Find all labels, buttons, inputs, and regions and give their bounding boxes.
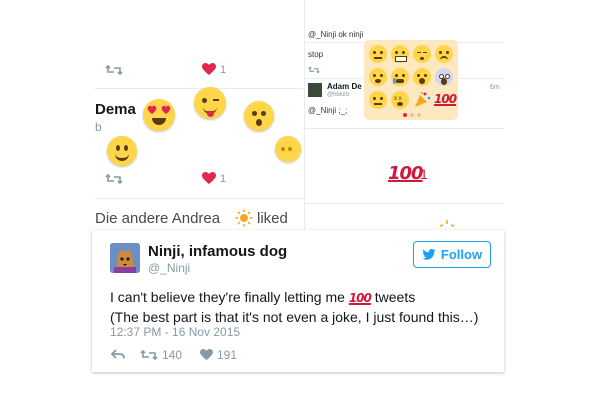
heart-icon[interactable] xyxy=(202,63,216,76)
smiling-emoji-icon[interactable] xyxy=(107,136,137,166)
heart-count: 1 xyxy=(220,64,227,76)
winking-tongue-emoji-icon[interactable] xyxy=(194,87,226,119)
hundred-points-emoji: 100 xyxy=(348,291,372,305)
divider xyxy=(95,198,303,199)
tweet-time: 6m xyxy=(490,84,500,91)
astonished-emoji-icon[interactable] xyxy=(413,68,431,86)
follow-button[interactable]: Follow xyxy=(413,241,491,268)
picker-page-dot[interactable] xyxy=(403,113,407,117)
picker-page-dot[interactable] xyxy=(410,113,414,117)
user-handle: @hbkirb xyxy=(327,92,350,98)
dizzy-emoji-icon[interactable]: x x xyxy=(391,91,409,109)
emoji-picker-popup: x x 100 xyxy=(364,40,458,120)
reply-text: @_Ninji ;_; xyxy=(308,106,348,115)
hundred-points-emoji[interactable]: 100 xyxy=(434,92,457,106)
hundred-points-emoji[interactable]: 100 xyxy=(388,163,424,184)
reply-icon[interactable] xyxy=(111,349,125,360)
party-popper-icon[interactable] xyxy=(413,91,431,109)
tweet-timestamp[interactable]: 12:37 PM - 16 Nov 2015 xyxy=(110,325,240,339)
retweet-icon[interactable] xyxy=(105,173,123,185)
screaming-emoji-icon[interactable] xyxy=(435,68,453,86)
bird-icon xyxy=(422,249,436,260)
partial-user-handle: b xyxy=(95,120,102,134)
picker-page-dot[interactable] xyxy=(417,113,421,117)
heart-icon[interactable] xyxy=(202,172,216,185)
divider xyxy=(304,128,504,129)
right-screenshot-panel: @_Ninji ok ninji stop Adam De @hbkirb 6m… xyxy=(304,0,504,230)
avatar[interactable] xyxy=(308,83,322,97)
stop-text: stop xyxy=(308,50,324,59)
more-emoji-icon[interactable] xyxy=(275,136,301,162)
tweet-text-line2: (The best part is that it's not even a j… xyxy=(110,309,479,325)
heart-eyes-emoji-icon[interactable] xyxy=(143,99,175,131)
retweet-icon[interactable] xyxy=(140,349,158,361)
tweet-text-start: I can't believe they're finally letting … xyxy=(110,289,345,305)
confounded-emoji-icon[interactable] xyxy=(369,91,387,109)
quoted-reply-line: @_Ninji ok ninji xyxy=(308,30,364,39)
grimace-emoji-icon[interactable] xyxy=(391,45,409,63)
dog-avatar-icon xyxy=(110,243,140,273)
reaction-count: 1 xyxy=(420,166,428,182)
divider xyxy=(95,88,303,89)
sun-icon xyxy=(439,220,455,227)
activity-user-name: Die andere Andrea xyxy=(95,210,221,227)
crying-emoji-icon[interactable] xyxy=(391,68,409,86)
follow-label: Follow xyxy=(440,247,483,262)
tweet-text: I can't believe they're finally letting … xyxy=(110,288,478,327)
activity-verb: liked xyxy=(257,210,288,227)
profile-avatar[interactable] xyxy=(110,243,140,273)
left-screenshot-panel: 1 Dema b 1 Die andere Andrea liked xyxy=(95,0,303,230)
sleeping-emoji-icon[interactable] xyxy=(413,45,431,63)
like-count: 191 xyxy=(217,348,238,362)
divider xyxy=(304,203,504,204)
retweet-icon[interactable] xyxy=(308,66,320,74)
neutral-emoji-icon[interactable] xyxy=(369,45,387,63)
display-name[interactable]: Ninji, infamous dog xyxy=(148,243,287,260)
user-handle[interactable]: @_Ninji xyxy=(148,261,190,275)
retweet-count: 140 xyxy=(162,348,183,362)
sun-icon xyxy=(235,209,253,227)
panel-border xyxy=(304,0,305,230)
frowning-emoji-icon[interactable] xyxy=(435,45,453,63)
partial-user-name: Dema xyxy=(95,101,136,118)
tweet-text-end: tweets xyxy=(374,289,416,305)
heart-count: 1 xyxy=(220,173,227,185)
surprised-emoji-icon[interactable] xyxy=(244,101,274,131)
worried-emoji-icon[interactable] xyxy=(369,68,387,86)
heart-icon[interactable] xyxy=(200,349,213,361)
retweet-icon[interactable] xyxy=(105,64,123,76)
user-name[interactable]: Adam De xyxy=(327,82,362,91)
